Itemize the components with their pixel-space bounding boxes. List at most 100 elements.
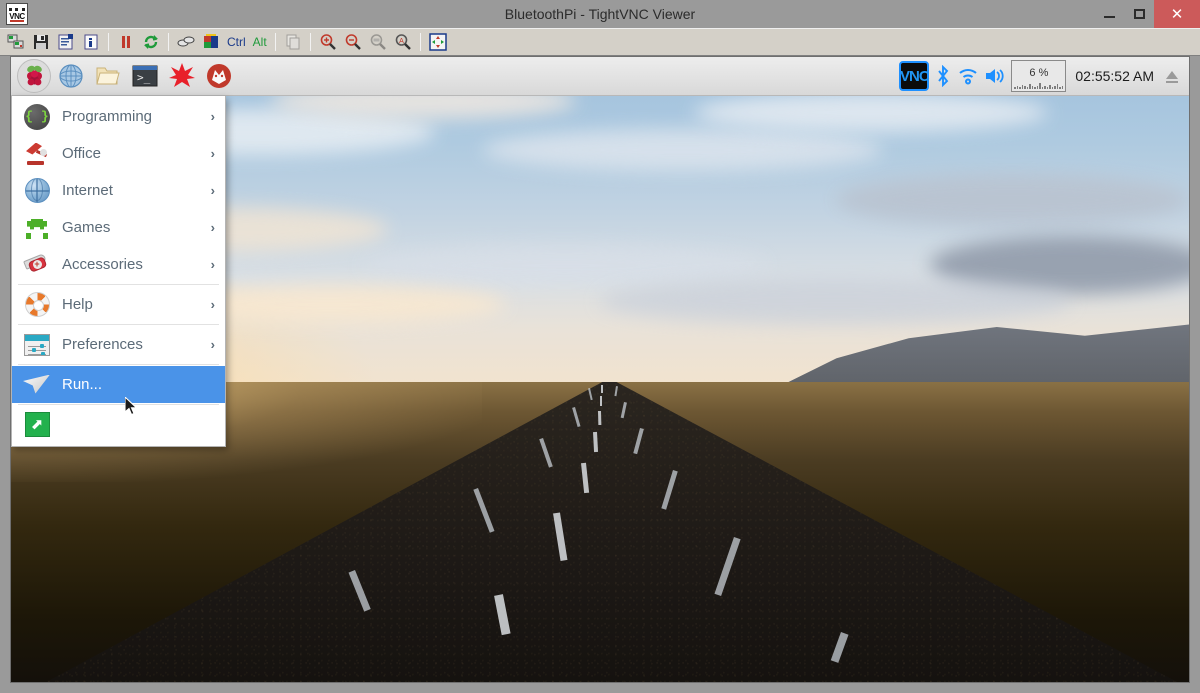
menu-item-label: Games — [62, 219, 111, 236]
send-ctrl-alt-del-icon[interactable] — [174, 30, 198, 54]
save-connection-icon[interactable] — [29, 30, 53, 54]
title-bar[interactable]: VNC BluetoothPi - TightVNC Viewer ✕ — [0, 0, 1200, 28]
menu-item-help[interactable]: Help › — [12, 286, 225, 323]
launcher-file-manager[interactable] — [91, 59, 125, 93]
cpu-graph-bar — [1056, 84, 1059, 89]
vnc-toolbar: Ctrl Alt A — [0, 28, 1200, 56]
menu-item-label: Programming — [62, 108, 153, 125]
connection-options-icon[interactable] — [54, 30, 78, 54]
menu-item-preferences[interactable]: Preferences › — [12, 326, 225, 363]
clock[interactable]: 02:55:52 AM — [1071, 68, 1158, 84]
toolbar-separator — [168, 33, 169, 51]
menu-item-accessories[interactable]: + Accessories › — [12, 246, 225, 283]
ctrl-key-button[interactable]: Ctrl — [224, 35, 249, 49]
accessories-icon: + — [22, 250, 52, 280]
shutdown-glyph: ⬈ — [30, 416, 44, 433]
programming-icon: { } — [22, 102, 52, 132]
svg-text:A: A — [399, 38, 404, 45]
mathematica-star-icon — [169, 63, 195, 87]
toolbar-separator — [419, 33, 421, 51]
new-connection-icon[interactable] — [4, 30, 28, 54]
minimize-icon — [1103, 16, 1115, 18]
vnc-icon-text: VNC — [9, 12, 25, 21]
cpu-graph-bar — [1041, 87, 1044, 89]
menu-separator — [18, 284, 219, 285]
menu-item-label: Office — [62, 145, 101, 162]
refresh-screen-icon[interactable] — [139, 30, 163, 54]
cpu-graph-bar — [1061, 86, 1064, 89]
launcher-mathematica[interactable] — [165, 59, 199, 93]
cpu-graph-bar — [1044, 86, 1046, 89]
cpu-graph-bar — [1051, 87, 1054, 89]
run-icon — [22, 370, 52, 400]
cpu-usage-graph — [1014, 80, 1064, 89]
menu-item-label: Run... — [62, 376, 103, 393]
full-screen-icon[interactable] — [426, 30, 450, 54]
cpu-graph-bar — [1019, 87, 1021, 89]
menu-separator — [18, 364, 219, 365]
cpu-graph-bar — [1021, 85, 1024, 89]
zoom-100-icon[interactable] — [366, 30, 390, 54]
cpu-graph-bar — [1024, 86, 1026, 89]
launcher-terminal[interactable]: >_ — [128, 59, 162, 93]
wolfram-icon — [207, 64, 231, 88]
remote-desktop[interactable]: >_ VNC 6 % 02:55:52 AM {} Programming ›… — [10, 56, 1190, 683]
menu-item-programming[interactable]: { } Programming › — [12, 98, 225, 135]
transfer-files-icon[interactable] — [281, 30, 305, 54]
shutdown-icon: ⬈ — [22, 410, 52, 440]
menu-item-office[interactable]: Office › — [12, 135, 225, 172]
vnc-tray-label: VNC — [900, 67, 930, 85]
eject-icon[interactable] — [1163, 67, 1181, 85]
cpu-graph-bar — [1031, 86, 1034, 89]
menu-item-label: Help — [62, 296, 93, 313]
help-icon — [22, 290, 52, 320]
connection-info-icon[interactable] — [79, 30, 103, 54]
cpu-monitor[interactable]: 6 % — [1011, 60, 1067, 92]
pause-updates-icon[interactable] — [114, 30, 138, 54]
zoom-out-icon[interactable] — [341, 30, 365, 54]
menu-button[interactable] — [17, 59, 51, 93]
office-icon — [22, 139, 52, 169]
zoom-in-icon[interactable] — [316, 30, 340, 54]
vnc-icon[interactable]: VNC — [6, 3, 28, 25]
chevron-right-icon: › — [210, 109, 215, 124]
bluetooth-icon[interactable] — [934, 65, 952, 87]
toolbar-separator — [309, 33, 311, 51]
application-menu: { } Programming › Office › Internet › Ga… — [11, 96, 226, 447]
launcher-wolfram[interactable] — [202, 59, 236, 93]
volume-icon[interactable] — [984, 66, 1006, 86]
cpu-graph-bar — [1039, 83, 1041, 89]
alt-key-button[interactable]: Alt — [250, 35, 270, 49]
panel-system-tray: VNC 6 % 02:55:52 AM — [899, 60, 1189, 92]
terminal-icon: >_ — [132, 65, 158, 87]
menu-item-internet[interactable]: Internet › — [12, 172, 225, 209]
window-controls: ✕ — [1094, 0, 1200, 28]
launcher-browser[interactable] — [54, 59, 88, 93]
preferences-icon — [22, 330, 52, 360]
menu-item-run[interactable]: Run... — [12, 366, 225, 403]
zoom-auto-icon[interactable]: A — [391, 30, 415, 54]
cpu-usage-label: 6 % — [1029, 67, 1049, 79]
raspberry-pi-icon — [26, 65, 42, 85]
internet-icon — [22, 176, 52, 206]
globe-icon — [59, 64, 83, 88]
menu-item-label: Internet — [62, 182, 113, 199]
menu-item-games[interactable]: Games › — [12, 209, 225, 246]
svg-text:>_: >_ — [137, 71, 151, 84]
minimize-button[interactable] — [1094, 0, 1124, 28]
cpu-graph-bar — [1059, 87, 1061, 89]
maximize-button[interactable] — [1124, 0, 1154, 28]
chevron-right-icon: › — [210, 297, 215, 312]
tightvnc-viewer-window: VNC BluetoothPi - TightVNC Viewer ✕ Ctrl… — [0, 0, 1200, 693]
vnc-tray-icon[interactable]: VNC — [899, 61, 930, 91]
send-ctrl-esc-icon[interactable] — [199, 30, 223, 54]
close-button[interactable]: ✕ — [1154, 0, 1200, 28]
toolbar-separator — [274, 33, 276, 51]
wifi-icon[interactable] — [957, 66, 979, 86]
menu-item-shutdown[interactable]: ⬈ — [12, 406, 225, 443]
maximize-icon — [1133, 9, 1145, 19]
chevron-right-icon: › — [210, 183, 215, 198]
folder-icon — [96, 67, 120, 85]
programming-braces: { } — [24, 103, 50, 130]
desktop-panel: >_ VNC 6 % 02:55:52 AM — [11, 57, 1189, 96]
